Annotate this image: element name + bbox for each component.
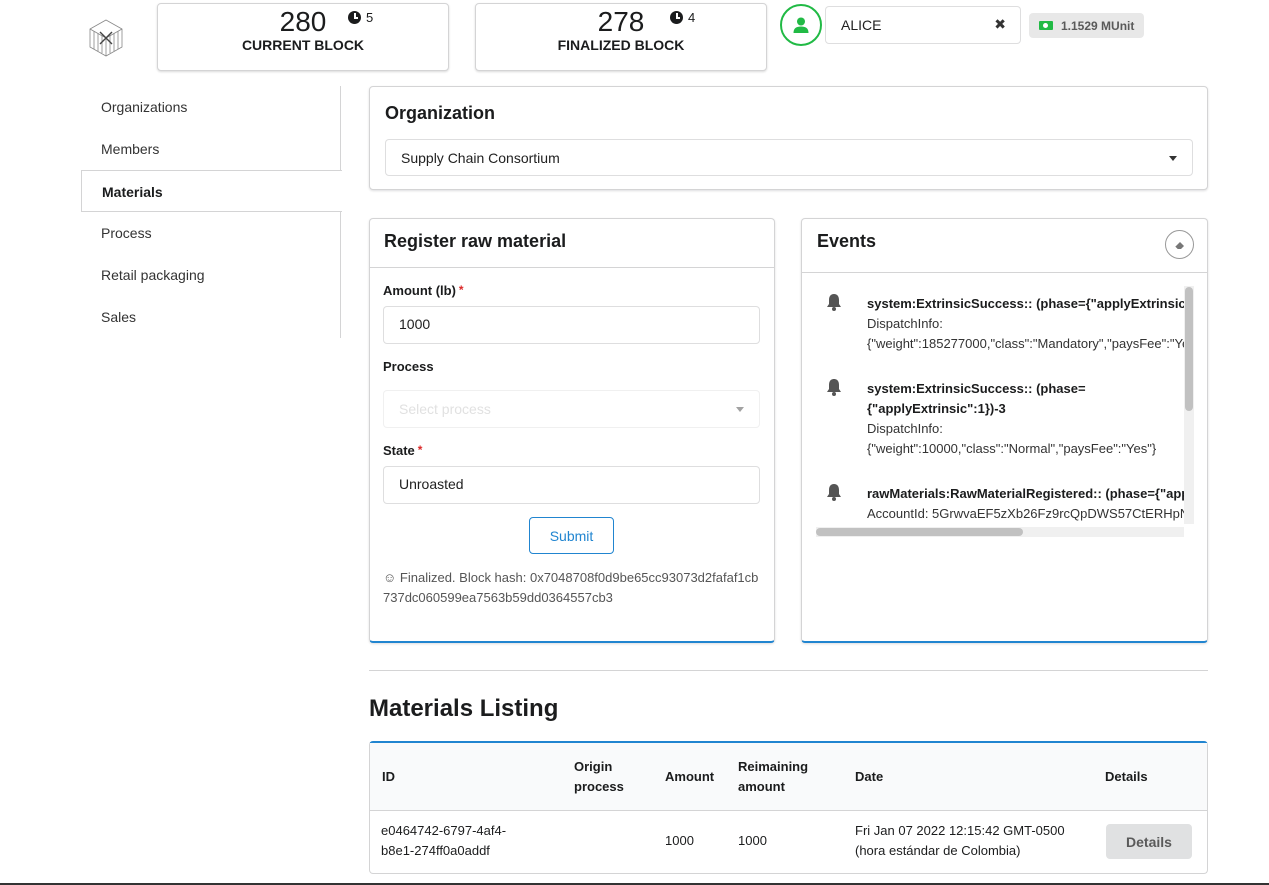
account-select[interactable]: ALICE ✖	[825, 6, 1021, 44]
clear-account-icon[interactable]: ✖	[994, 16, 1006, 33]
register-divider	[370, 267, 774, 268]
table-row: e0464742-6797-4af4- b8e1-274ff0a0addf 10…	[370, 811, 1207, 874]
organization-title: Organization	[385, 103, 496, 123]
clock-icon	[348, 11, 361, 24]
current-block-label: CURRENT BLOCK	[241, 37, 365, 53]
user-account-button[interactable]	[780, 4, 822, 46]
current-block-card: 280 CURRENT BLOCK 5	[157, 3, 449, 71]
balance-badge: 1.1529 MUnit	[1029, 13, 1145, 38]
required-mark: *	[417, 443, 423, 457]
process-label: Process	[383, 359, 434, 374]
cell-id: b8e1-274ff0a0addf	[381, 843, 490, 858]
state-value: Unroasted	[399, 476, 464, 492]
amount-input[interactable]: 1000	[383, 306, 760, 344]
bell-icon	[827, 379, 841, 396]
column-header-details: Details	[1105, 769, 1148, 784]
cell-id: e0464742-6797-4af4-	[381, 823, 507, 838]
sidebar-item-sales[interactable]: Sales	[81, 296, 341, 338]
process-dropdown[interactable]: Select process	[383, 390, 760, 428]
events-divider	[802, 272, 1207, 273]
finalized-block-timer: 4	[670, 10, 695, 25]
state-input[interactable]: Unroasted	[383, 466, 760, 504]
submit-button[interactable]: Submit	[529, 517, 614, 554]
cell-date: Fri Jan 07 2022 12:15:42 GMT-0500	[855, 823, 1065, 838]
current-block-timer: 5	[348, 10, 373, 25]
vertical-scrollbar-thumb[interactable]	[1185, 287, 1193, 411]
column-header-origin: Origin	[574, 759, 613, 774]
event-title: system:ExtrinsicSuccess:: (phase=	[867, 381, 1086, 396]
transaction-status-text: Finalized. Block hash: 0x7048708f0d9be65…	[383, 570, 759, 605]
event-title: {"applyExtrinsic":1})-3	[867, 401, 1006, 416]
amount-value: 1000	[399, 316, 431, 332]
event-body: DispatchInfo:	[867, 316, 943, 331]
cell-date: (hora estándar de Colombia)	[855, 843, 1021, 858]
cell-amount: 1000	[665, 833, 694, 848]
bell-icon	[827, 484, 841, 501]
balance-value: 1.1529 MUnit	[1061, 18, 1135, 33]
event-body: {"weight":10000,"class":"Normal","paysFe…	[867, 441, 1157, 456]
process-placeholder: Select process	[399, 401, 491, 417]
state-label-text: State	[383, 443, 415, 458]
amount-label: Amount (lb) *	[383, 283, 464, 298]
organization-segment: Organization Supply Chain Consortium	[369, 86, 1208, 190]
sidebar-menu: Organizations Members Materials Process …	[81, 86, 342, 338]
account-name: ALICE	[841, 17, 882, 33]
required-mark: *	[458, 283, 464, 297]
table-header: ID Origin process Amount Reimaining amou…	[370, 743, 1207, 811]
sidebar-item-materials[interactable]: Materials	[81, 170, 342, 212]
horizontal-scrollbar-track[interactable]	[816, 527, 1184, 537]
sidebar-item-organizations[interactable]: Organizations	[81, 86, 341, 128]
event-body: {"weight":185277000,"class":"Mandatory",…	[867, 336, 1184, 351]
details-button[interactable]: Details	[1106, 824, 1192, 859]
eraser-icon	[1174, 241, 1184, 250]
sidebar-item-members[interactable]: Members	[81, 128, 341, 170]
cell-remaining: 1000	[738, 833, 767, 848]
bell-icon	[827, 294, 841, 311]
finalized-block-value: 278	[597, 6, 645, 37]
column-header-date: Date	[855, 769, 884, 784]
finalized-block-card: 278 FINALIZED BLOCK 4	[475, 3, 767, 71]
organization-dropdown[interactable]: Supply Chain Consortium	[385, 139, 1193, 176]
sidebar-item-process[interactable]: Process	[81, 212, 341, 254]
column-header-remaining: Reimaining	[738, 759, 809, 774]
event-title: rawMaterials:RawMaterialRegistered:: (ph…	[867, 486, 1184, 501]
column-header-origin: process	[574, 779, 624, 794]
materials-listing-title: Materials Listing	[369, 695, 559, 722]
event-title: system:ExtrinsicSuccess:: (phase={"apply…	[867, 296, 1184, 311]
smile-icon: ☺	[383, 570, 397, 585]
transaction-status: ☺ Finalized. Block hash: 0x7048708f0d9be…	[383, 568, 761, 608]
organization-selected: Supply Chain Consortium	[401, 150, 560, 166]
finalized-block-label: FINALIZED BLOCK	[557, 37, 685, 53]
vertical-scrollbar-track[interactable]	[1184, 286, 1194, 524]
column-header-id: ID	[382, 769, 395, 784]
sidebar-item-retail-packaging[interactable]: Retail packaging	[81, 254, 341, 296]
app-logo	[86, 18, 126, 58]
user-icon	[793, 17, 809, 33]
current-block-value: 280	[279, 6, 327, 37]
finalized-block-timer-value: 4	[688, 10, 696, 25]
clock-icon	[670, 11, 683, 24]
money-icon	[1039, 21, 1053, 30]
current-block-timer-value: 5	[366, 10, 374, 25]
events-title: Events	[817, 231, 877, 251]
section-divider	[369, 670, 1208, 671]
materials-table: ID Origin process Amount Reimaining amou…	[369, 741, 1208, 874]
register-title: Register raw material	[384, 231, 567, 251]
event-body: DispatchInfo:	[867, 421, 943, 436]
chevron-down-icon	[1169, 156, 1177, 161]
horizontal-scrollbar-thumb[interactable]	[816, 528, 1023, 536]
clear-events-button[interactable]	[1165, 230, 1194, 259]
state-label: State *	[383, 443, 422, 458]
column-header-remaining: amount	[738, 779, 785, 794]
event-body: AccountId: 5GrwvaEF5zXb26Fz9rcQpDWS57CtE…	[867, 506, 1184, 521]
events-feed[interactable]: system:ExtrinsicSuccess:: (phase={"apply…	[816, 286, 1184, 524]
column-header-amount: Amount	[665, 769, 715, 784]
amount-label-text: Amount (lb)	[383, 283, 456, 298]
chevron-down-icon	[736, 407, 744, 412]
